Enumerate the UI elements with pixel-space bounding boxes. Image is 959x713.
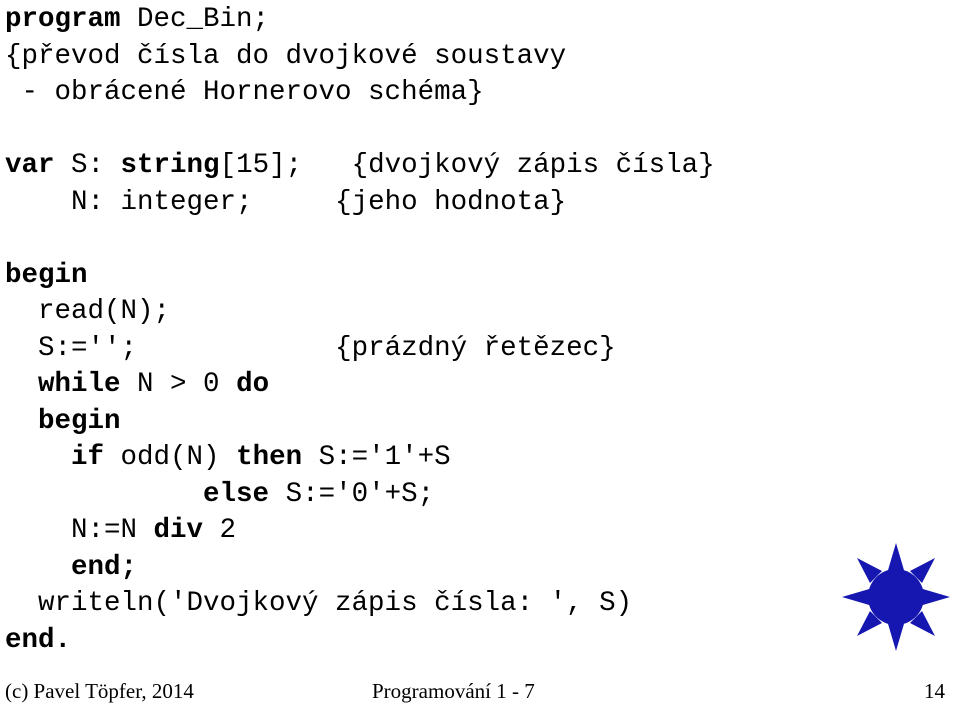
- code-line: S:=''; {prázdný řetězec}: [5, 331, 905, 368]
- code-text: - obrácené Hornerovo schéma}: [5, 77, 484, 108]
- code-keyword: begin: [38, 405, 121, 437]
- code-line: - obrácené Hornerovo schéma}: [5, 75, 905, 112]
- code-comment: {prázdný řetězec}: [335, 332, 616, 364]
- code-text: writeln('Dvojkový zápis čísla: ', S): [5, 588, 633, 619]
- code-line: end;: [5, 550, 905, 587]
- footer-course: Programování 1 - 7: [372, 679, 535, 703]
- code-text: N:=N: [5, 515, 154, 546]
- code-text: S:='';: [5, 332, 336, 364]
- code-line: while N > 0 do: [5, 367, 905, 404]
- code-line: if odd(N) then S:='1'+S: [5, 440, 905, 477]
- code-keyword: end;: [71, 551, 138, 583]
- code-keyword: begin: [5, 259, 88, 291]
- code-line: begin: [5, 404, 905, 441]
- code-keyword: while: [38, 369, 121, 400]
- code-text: [15];: [219, 150, 352, 181]
- code-text: N: integer;: [5, 186, 336, 218]
- pascal-code-listing: program Dec_Bin; {převod čísla do dvojkov…: [5, 2, 905, 659]
- code-line: end.: [5, 623, 905, 660]
- code-text: S:='0'+S;: [269, 478, 435, 510]
- code-comment: {jeho hodnota}: [335, 186, 567, 218]
- slide-canvas: program Dec_Bin; {převod čísla do dvojkov…: [0, 0, 959, 713]
- footer-copyright: (c) Pavel Töpfer, 2014: [5, 679, 194, 703]
- code-line: writeln('Dvojkový zápis čísla: ', S): [5, 586, 905, 623]
- sun-core-circle: [868, 569, 924, 625]
- slide-footer: (c) Pavel Töpfer, 2014 Programování 1 - …: [0, 676, 959, 713]
- sun-logo: [840, 541, 952, 653]
- code-text: read(N);: [5, 296, 171, 327]
- code-keyword: string: [120, 150, 220, 181]
- code-keyword: then: [236, 442, 303, 473]
- code-line: N: integer; {jeho hodnota}: [5, 185, 905, 222]
- code-keyword: do: [236, 369, 270, 400]
- code-line: else S:='0'+S;: [5, 477, 905, 514]
- code-keyword: program: [5, 4, 121, 35]
- code-line: N:=N div 2: [5, 513, 905, 550]
- code-text: 2: [203, 515, 237, 546]
- code-text: odd(N): [104, 442, 237, 473]
- code-line: program Dec_Bin;: [5, 2, 905, 39]
- code-text: S:='1'+S: [302, 442, 451, 473]
- code-keyword: else: [203, 478, 270, 510]
- code-line: begin: [5, 258, 905, 295]
- code-comment: {dvojkový zápis čísla}: [351, 150, 715, 181]
- code-keyword: var: [5, 150, 55, 181]
- code-keyword: div: [153, 515, 204, 546]
- code-line: var S: string[15]; {dvojkový zápis čísla…: [5, 148, 905, 185]
- code-text: {převod čísla do dvojkové soustavy: [5, 40, 567, 72]
- code-text: N > 0: [120, 369, 237, 400]
- code-text: Dec_Bin;: [120, 4, 270, 35]
- code-keyword: end.: [5, 624, 72, 656]
- code-line: {převod čísla do dvojkové soustavy: [5, 39, 905, 76]
- code-text: S:: [54, 150, 121, 181]
- footer-page-number: 14: [924, 679, 945, 703]
- code-line: read(N);: [5, 294, 905, 331]
- code-keyword: if: [71, 442, 105, 473]
